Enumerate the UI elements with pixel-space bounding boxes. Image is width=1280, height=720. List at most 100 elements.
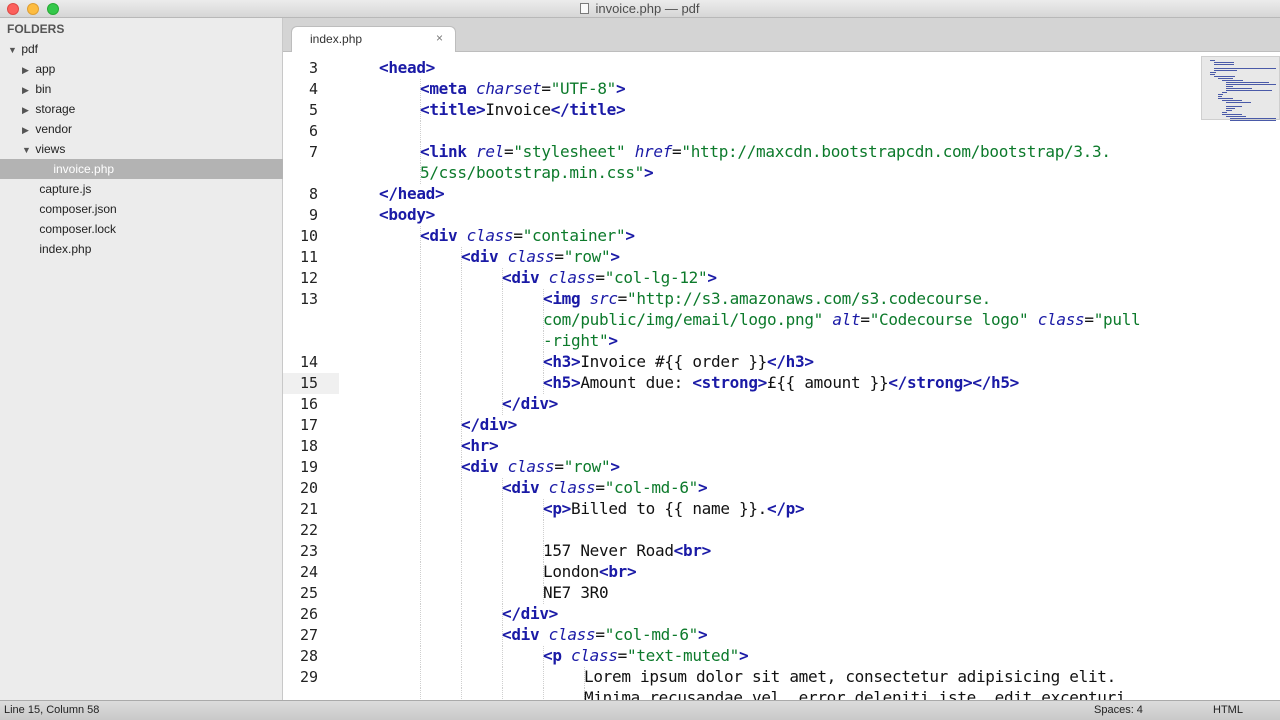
code-token: class: [466, 226, 514, 245]
indent-guide: [502, 667, 503, 688]
code-token: "col-lg-12": [604, 268, 708, 287]
code-line[interactable]: Lorem ipsum dolor sit amet, consectetur …: [584, 667, 1116, 686]
code-editor[interactable]: 3 <head> 4 <meta charset="UTF-8"> 5 <title>In…: [283, 52, 1280, 700]
indent-guide: [502, 310, 503, 331]
sidebar-item-composer-json[interactable]: composer.json: [0, 199, 283, 219]
indent-guide: [461, 667, 462, 688]
sidebar-item-bin[interactable]: ▶ bin: [0, 79, 283, 99]
code-line[interactable]: 157 Never Road<br>: [543, 541, 711, 560]
line-number: 19: [299, 458, 318, 476]
disclosure-closed-icon[interactable]: ▶: [22, 120, 32, 140]
code-line[interactable]: Minima recusandae vel, error deleniti is…: [584, 688, 1126, 700]
code-line[interactable]: <hr>: [461, 436, 499, 455]
code-line[interactable]: <title>Invoice</title>: [420, 100, 626, 119]
code-token: </div>: [502, 604, 558, 623]
code-line[interactable]: <div class="col-lg-12">: [502, 268, 717, 287]
minimap-line: [1226, 106, 1243, 107]
code-token: </h5>: [972, 373, 1020, 392]
sidebar-item-pdf[interactable]: ▼ pdf: [0, 39, 283, 59]
sidebar-item-vendor[interactable]: ▶ vendor: [0, 119, 283, 139]
indent-guide: [461, 625, 462, 646]
sidebar-item-index-php[interactable]: index.php: [0, 239, 283, 259]
window-title-wrap: invoice.php — pdf: [0, 1, 1280, 16]
indent-guide: [420, 394, 421, 415]
code-line[interactable]: <body>: [379, 205, 435, 224]
disclosure-closed-icon[interactable]: ▶: [22, 100, 32, 120]
tab-close-icon[interactable]: ×: [436, 31, 443, 45]
code-line[interactable]: London<br>: [543, 562, 637, 581]
code-line[interactable]: 5/css/bootstrap.min.css">: [420, 163, 654, 182]
code-token: class: [548, 478, 596, 497]
minimap-line: [1210, 60, 1216, 61]
code-line[interactable]: <div class="col-md-6">: [502, 478, 708, 497]
code-line[interactable]: <h3>Invoice #{{ order }}</h3>: [543, 352, 814, 371]
code-token: <p: [543, 646, 571, 665]
minimap-line: [1210, 74, 1216, 75]
code-line[interactable]: -right">: [543, 331, 618, 350]
indent-guide: [502, 541, 503, 562]
minimap[interactable]: [1201, 56, 1280, 121]
sidebar-item-invoice-php[interactable]: invoice.php: [0, 159, 283, 179]
code-line[interactable]: </div>: [461, 415, 517, 434]
code-line[interactable]: <div class="row">: [461, 457, 620, 476]
disclosure-open-icon[interactable]: ▼: [22, 140, 32, 160]
code-line[interactable]: <h5>Amount due: <strong>£{{ amount }}</s…: [543, 373, 1019, 392]
code-line[interactable]: </div>: [502, 604, 558, 623]
line-number: 17: [299, 416, 318, 434]
code-line[interactable]: <p class="text-muted">: [543, 646, 749, 665]
indent-guide: [502, 373, 503, 394]
tab-bar: index.php ×: [283, 18, 1280, 52]
code-token: <img: [543, 289, 590, 308]
disclosure-closed-icon[interactable]: ▶: [22, 60, 32, 80]
code-line[interactable]: <head>: [379, 58, 435, 77]
syntax-selector[interactable]: HTML: [1213, 701, 1243, 720]
code-line[interactable]: NE7 3R0: [543, 583, 609, 602]
code-token: =: [617, 646, 628, 665]
code-token: =: [595, 268, 605, 287]
code-line[interactable]: <div class="container">: [420, 226, 635, 245]
code-token: com/public/img/email/logo.png": [543, 310, 823, 329]
sidebar-item-app[interactable]: ▶ app: [0, 59, 283, 79]
code-token: <div: [420, 226, 467, 245]
code-line[interactable]: </div>: [502, 394, 558, 413]
line-number: 28: [299, 647, 318, 665]
code-token: >: [698, 625, 708, 644]
minimap-line: [1226, 116, 1246, 117]
minimap-line: [1214, 64, 1234, 65]
sidebar-item-composer-lock[interactable]: composer.lock: [0, 219, 283, 239]
code-line[interactable]: </head>: [379, 184, 445, 203]
sidebar-item-storage[interactable]: ▶ storage: [0, 99, 283, 119]
code-token: =: [617, 289, 628, 308]
code-line[interactable]: <meta charset="UTF-8">: [420, 79, 626, 98]
code-token: "pull: [1093, 310, 1141, 329]
code-line[interactable]: <p>Billed to {{ name }}.</p>: [543, 499, 805, 518]
line-number: 10: [299, 227, 318, 245]
indent-guide: [461, 268, 462, 289]
window-title: invoice.php — pdf: [595, 1, 700, 16]
tab-index-php[interactable]: index.php ×: [291, 26, 456, 52]
code-line[interactable]: <div class="col-md-6">: [502, 625, 708, 644]
indent-guide: [420, 604, 421, 625]
code-token: <h5>: [543, 373, 581, 392]
code-line[interactable]: <div class="row">: [461, 247, 620, 266]
code-token: class: [1037, 310, 1085, 329]
minimap-line: [1222, 112, 1228, 113]
code-token: alt: [832, 310, 861, 329]
code-token: rel: [476, 142, 504, 161]
code-line[interactable]: <link rel="stylesheet" href="http://maxc…: [420, 142, 1111, 161]
code-token: "stylesheet": [513, 142, 626, 161]
indent-guide: [420, 625, 421, 646]
sidebar-item-views[interactable]: ▼ views: [0, 139, 283, 159]
code-token: <div: [461, 457, 508, 476]
code-line[interactable]: <img src="http://s3.amazonaws.com/s3.cod…: [543, 289, 991, 308]
code-token: >: [610, 247, 620, 266]
minimap-line: [1222, 92, 1228, 93]
sidebar-item-capture-js[interactable]: capture.js: [0, 179, 283, 199]
indent-guide: [420, 478, 421, 499]
disclosure-closed-icon[interactable]: ▶: [22, 80, 32, 100]
code-line[interactable]: com/public/img/email/logo.png" alt="Code…: [543, 310, 1141, 329]
indentation-setting[interactable]: Spaces: 4: [1094, 701, 1143, 720]
disclosure-open-icon[interactable]: ▼: [8, 40, 18, 60]
indent-guide: [461, 394, 462, 415]
code-token: <br>: [599, 562, 637, 581]
